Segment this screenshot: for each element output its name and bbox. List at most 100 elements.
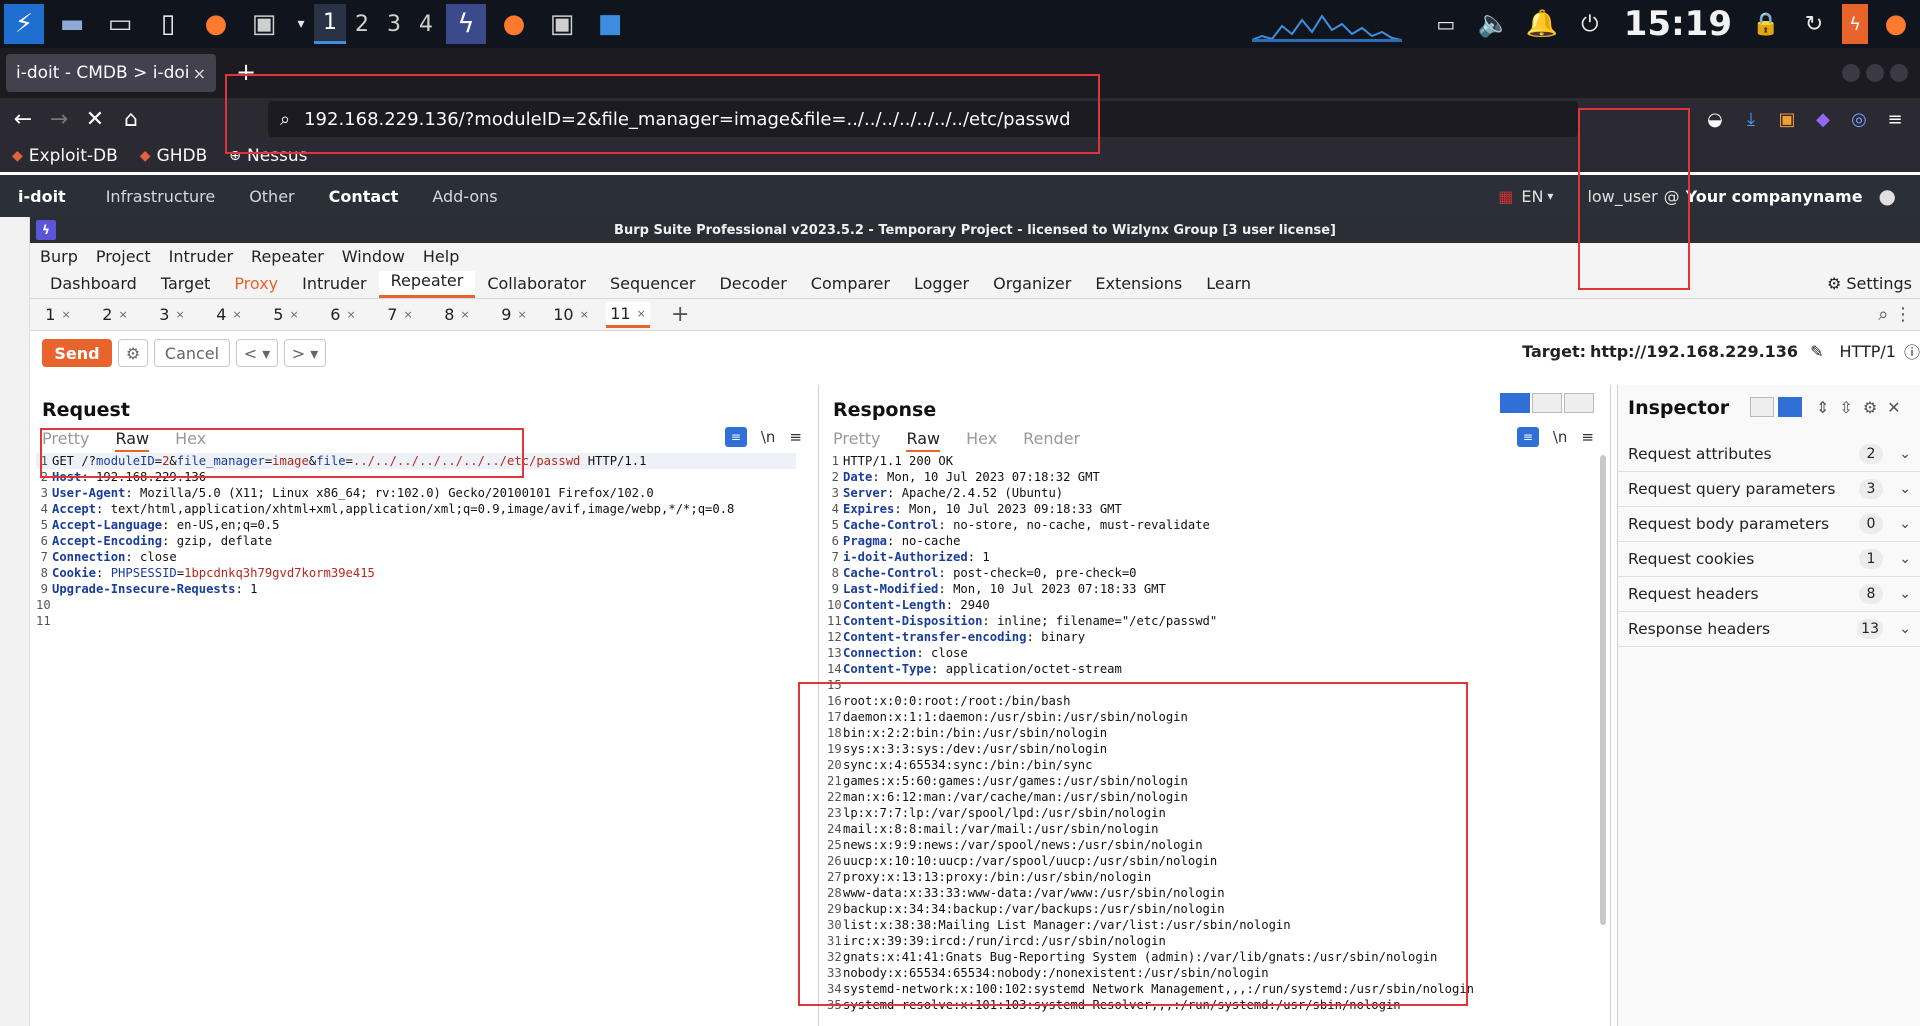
tab-decoder[interactable]: Decoder: [707, 274, 798, 298]
repeater-tab-11[interactable]: 11 ×: [606, 301, 650, 328]
extension-icon[interactable]: ◆: [1810, 106, 1836, 132]
inspector-row[interactable]: Request headers 8 ⌄: [1618, 577, 1920, 612]
add-tab-button[interactable]: +: [671, 302, 689, 327]
refresh-icon[interactable]: ↻: [1794, 4, 1834, 44]
close-window-icon[interactable]: [1890, 64, 1908, 82]
menu-intruder[interactable]: Intruder: [169, 247, 233, 266]
lock-icon[interactable]: 🔒: [1746, 4, 1786, 44]
forward-history-icon[interactable]: > ▾: [284, 339, 326, 367]
tab-collaborator[interactable]: Collaborator: [475, 274, 598, 298]
back-icon[interactable]: ←: [8, 104, 38, 134]
menu-burp[interactable]: Burp: [40, 247, 78, 266]
bookmark-exploit-db[interactable]: ◆ Exploit-DB: [12, 146, 118, 166]
maximize-icon[interactable]: [1866, 64, 1884, 82]
text-editor-icon[interactable]: ▯: [148, 4, 188, 44]
subtab-render[interactable]: Render: [1023, 429, 1080, 452]
chevron-down-icon[interactable]: ⌄: [1899, 621, 1911, 637]
chevron-down-icon[interactable]: ⌄: [1899, 446, 1911, 462]
layout-horizontal-icon[interactable]: [1532, 393, 1562, 413]
inspector-row[interactable]: Request attributes 2 ⌄: [1618, 437, 1920, 472]
globe-icon[interactable]: ◎: [1846, 106, 1872, 132]
chevron-down-icon[interactable]: ⌄: [1899, 481, 1911, 497]
tab-dashboard[interactable]: Dashboard: [38, 274, 149, 298]
repeater-tab-2[interactable]: 2 ×: [93, 302, 137, 328]
back-history-icon[interactable]: < ▾: [236, 339, 278, 367]
file-manager-icon[interactable]: ▭: [100, 4, 140, 44]
layout-panel-icon[interactable]: [1778, 397, 1802, 417]
folder-task-icon[interactable]: ■: [590, 4, 630, 44]
subtab-pretty[interactable]: Pretty: [833, 429, 880, 452]
code-line[interactable]: 3 User-Agent: Mozilla/5.0 (X11; Linux x86…: [36, 485, 796, 501]
firefox-tray-icon[interactable]: ●: [1876, 4, 1916, 44]
code-line[interactable]: 10: [36, 597, 796, 613]
workspace-4[interactable]: 4: [410, 4, 442, 44]
chevron-down-icon[interactable]: ⌄: [1899, 586, 1911, 602]
inspector-row[interactable]: Request cookies 1 ⌄: [1618, 542, 1920, 577]
tab-extensions[interactable]: Extensions: [1083, 274, 1194, 298]
layout-split-icon[interactable]: [1500, 393, 1530, 413]
browser-tab[interactable]: i-doit - CMDB > i-doi ×: [6, 54, 216, 92]
close-icon[interactable]: ✕: [1887, 398, 1900, 417]
code-line[interactable]: 9 Upgrade-Insecure-Requests: 1: [36, 581, 796, 597]
nav-add-ons[interactable]: Add-ons: [432, 187, 497, 206]
language-selector[interactable]: EN: [1521, 187, 1543, 206]
layout-list-icon[interactable]: [1750, 397, 1774, 417]
newline-toggle[interactable]: \n: [761, 428, 776, 446]
desktop-icon[interactable]: ▬: [52, 4, 92, 44]
wrap-icon[interactable]: ≡: [724, 427, 747, 447]
volume-icon[interactable]: 🔈: [1474, 4, 1514, 44]
chevron-down-icon[interactable]: ▾: [292, 4, 310, 44]
search-icon[interactable]: ⌕ ⋮: [1878, 304, 1912, 325]
request-editor[interactable]: 1 GET /?moduleID=2&file_manager=image&fil…: [36, 453, 796, 629]
tab-sequencer[interactable]: Sequencer: [598, 274, 708, 298]
home-icon[interactable]: ⌂: [116, 104, 146, 134]
close-icon[interactable]: ×: [193, 64, 206, 83]
burp-tray-icon[interactable]: ϟ: [1842, 4, 1868, 44]
repeater-tab-10[interactable]: 10 ×: [549, 302, 593, 328]
code-line[interactable]: 11Content-Disposition: inline; filename=…: [827, 613, 1474, 629]
code-line[interactable]: 12Content-transfer-encoding: binary: [827, 629, 1474, 645]
code-line[interactable]: 11: [36, 613, 796, 629]
repeater-tab-1[interactable]: 1 ×: [36, 302, 80, 328]
code-line[interactable]: 10Content-Length: 2940: [827, 597, 1474, 613]
bookmark-ghdb[interactable]: ◆ GHDB: [140, 146, 208, 166]
chevron-down-icon[interactable]: ▾: [1547, 189, 1553, 203]
tab-learn[interactable]: Learn: [1194, 274, 1263, 298]
forward-icon[interactable]: →: [44, 104, 74, 134]
chevron-down-icon[interactable]: ⌄: [1899, 551, 1911, 567]
workspace-1[interactable]: 1: [314, 4, 346, 44]
collapse-icon[interactable]: ⇳: [1839, 398, 1852, 417]
pocket-icon[interactable]: ◒: [1702, 106, 1728, 132]
kali-menu-icon[interactable]: ⚡: [4, 4, 44, 44]
code-line[interactable]: 8 Cache-Control: post-check=0, pre-check=…: [827, 565, 1474, 581]
response-scrollbar[interactable]: [1600, 455, 1606, 925]
repeater-tab-8[interactable]: 8 ×: [435, 302, 479, 328]
http-version[interactable]: HTTP/1: [1839, 342, 1896, 361]
code-line[interactable]: 14Content-Type: application/octet-stream: [827, 661, 1474, 677]
code-line[interactable]: 13Connection: close: [827, 645, 1474, 661]
send-button[interactable]: Send: [42, 339, 112, 367]
code-line[interactable]: 1 HTTP/1.1 200 OK: [827, 453, 1474, 469]
repeater-tab-7[interactable]: 7 ×: [378, 302, 422, 328]
cancel-button[interactable]: Cancel: [154, 339, 230, 367]
code-line[interactable]: 6 Pragma: no-cache: [827, 533, 1474, 549]
inspector-row[interactable]: Request body parameters 0 ⌄: [1618, 507, 1920, 542]
repeater-tab-5[interactable]: 5 ×: [264, 302, 308, 328]
code-line[interactable]: 9 Last-Modified: Mon, 10 Jul 2023 07:18:3…: [827, 581, 1474, 597]
terminal-task-icon[interactable]: ▣: [542, 4, 582, 44]
code-line[interactable]: 6 Accept-Encoding: gzip, deflate: [36, 533, 796, 549]
settings-button[interactable]: ⚙ Settings: [1827, 274, 1912, 293]
stop-icon[interactable]: ✕: [80, 104, 110, 134]
burp-extension-icon[interactable]: ▣: [1774, 106, 1800, 132]
code-line[interactable]: 3 Server: Apache/2.4.52 (Ubuntu): [827, 485, 1474, 501]
repeater-tab-9[interactable]: 9 ×: [492, 302, 536, 328]
idoit-logo[interactable]: i-doit: [18, 187, 66, 206]
code-line[interactable]: 7 i-doit-Authorized: 1: [827, 549, 1474, 565]
menu-icon[interactable]: ≡: [1581, 428, 1594, 446]
tab-proxy[interactable]: Proxy: [222, 274, 290, 298]
subtab-hex[interactable]: Hex: [966, 429, 997, 452]
code-line[interactable]: 4 Expires: Mon, 10 Jul 2023 09:18:33 GMT: [827, 501, 1474, 517]
menu-help[interactable]: Help: [423, 247, 459, 266]
wrap-icon[interactable]: ≡: [1516, 427, 1539, 447]
terminal-icon[interactable]: ▣: [244, 4, 284, 44]
